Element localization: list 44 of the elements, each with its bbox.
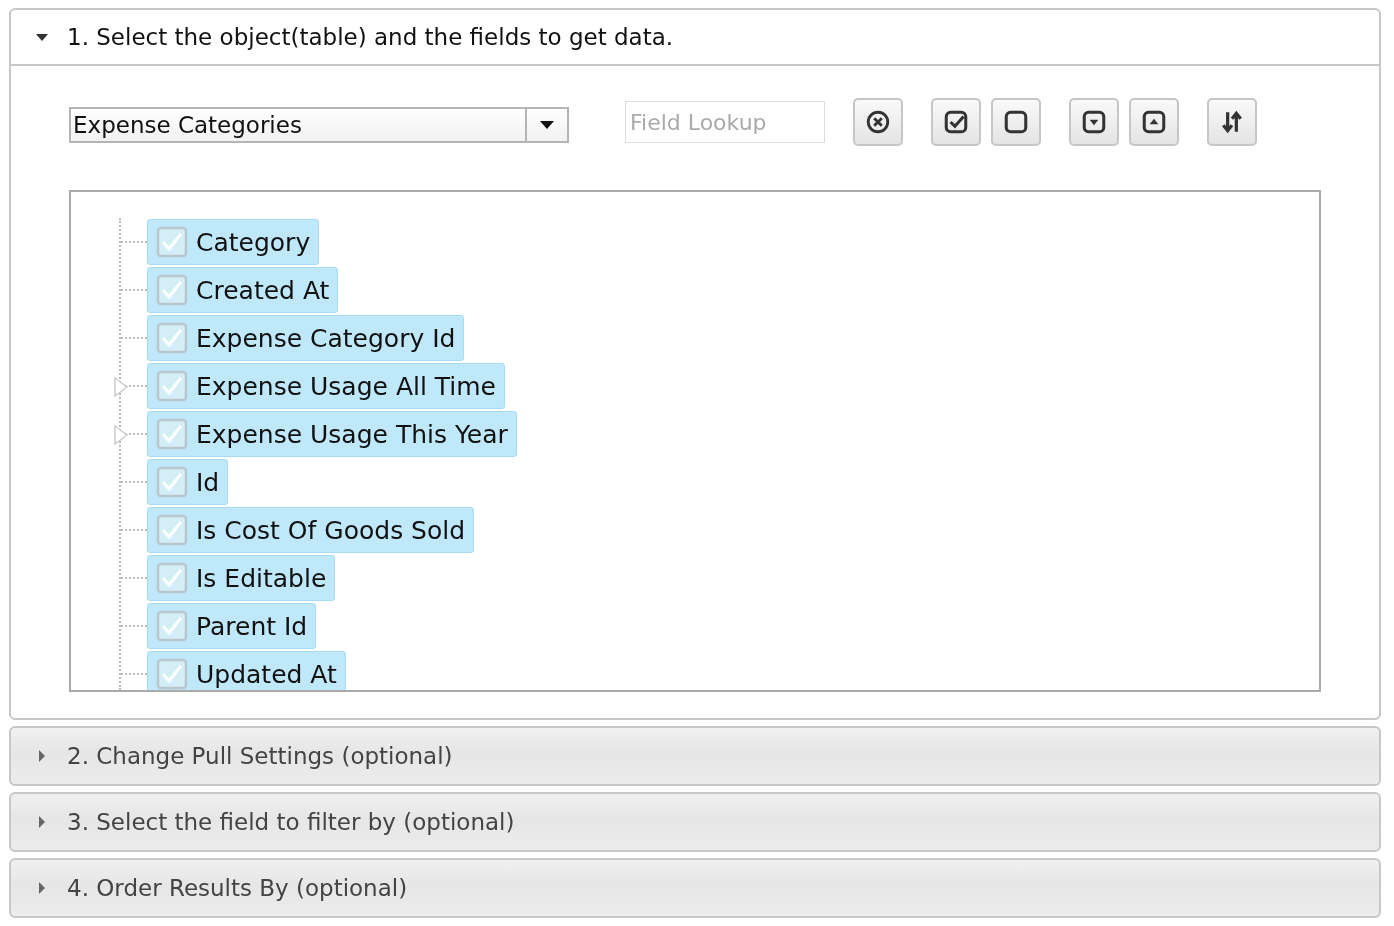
field-item[interactable]: Id <box>147 459 229 505</box>
checked-box-icon[interactable] <box>156 658 188 690</box>
checked-box-icon[interactable] <box>156 514 188 546</box>
empty-box-icon <box>1003 109 1029 135</box>
field-item[interactable]: Is Editable <box>147 555 336 601</box>
section-header[interactable]: 2. Change Pull Settings (optional) <box>11 728 1379 784</box>
field-item[interactable]: Category <box>147 219 320 265</box>
expand-arrow-icon[interactable] <box>113 376 129 398</box>
section-header[interactable]: 4. Order Results By (optional) <box>11 860 1379 916</box>
checked-box-icon[interactable] <box>156 370 188 402</box>
checked-box-icon[interactable] <box>156 226 188 258</box>
object-dropdown[interactable]: Expense Categories <box>69 107 569 143</box>
down-box-icon <box>1081 109 1107 135</box>
section-header[interactable]: 3. Select the field to filter by (optional) <box>11 794 1379 850</box>
checked-box-icon[interactable] <box>156 274 188 306</box>
field-item[interactable]: Parent Id <box>147 603 317 649</box>
section-title: 2. Change Pull Settings (optional) <box>67 743 453 769</box>
checked-box-icon <box>943 109 969 135</box>
section-title: 3. Select the field to filter by (optional) <box>67 809 515 835</box>
check-all-button[interactable] <box>931 98 981 146</box>
expand-arrow-icon[interactable] <box>113 424 129 446</box>
caret-down-icon <box>540 121 554 129</box>
field-item[interactable]: Updated At <box>147 651 346 690</box>
checked-box-icon[interactable] <box>156 610 188 642</box>
collapse-all-button[interactable] <box>1129 98 1179 146</box>
sort-button[interactable] <box>1207 98 1257 146</box>
circle-x-icon <box>865 109 891 135</box>
field-lookup-input[interactable]: Field Lookup <box>625 101 825 143</box>
checked-box-icon[interactable] <box>156 418 188 450</box>
field-item[interactable]: Is Cost Of Goods Sold <box>147 507 475 553</box>
clear-button[interactable] <box>853 98 903 146</box>
sort-arrows-icon <box>1219 109 1245 135</box>
checked-box-icon[interactable] <box>156 562 188 594</box>
section-title: 1. Select the object(table) and the fields to get data. <box>67 24 674 50</box>
field-item[interactable]: Expense Usage This Year <box>147 411 517 457</box>
checked-box-icon[interactable] <box>156 466 188 498</box>
field-item[interactable]: Expense Usage All Time <box>147 363 505 409</box>
expand-all-button[interactable] <box>1069 98 1119 146</box>
up-box-icon <box>1141 109 1167 135</box>
section-title: 4. Order Results By (optional) <box>67 875 408 901</box>
uncheck-all-button[interactable] <box>991 98 1041 146</box>
field-item[interactable]: Created At <box>147 267 339 313</box>
field-item[interactable]: Expense Category Id <box>147 315 465 361</box>
checked-box-icon[interactable] <box>156 322 188 354</box>
